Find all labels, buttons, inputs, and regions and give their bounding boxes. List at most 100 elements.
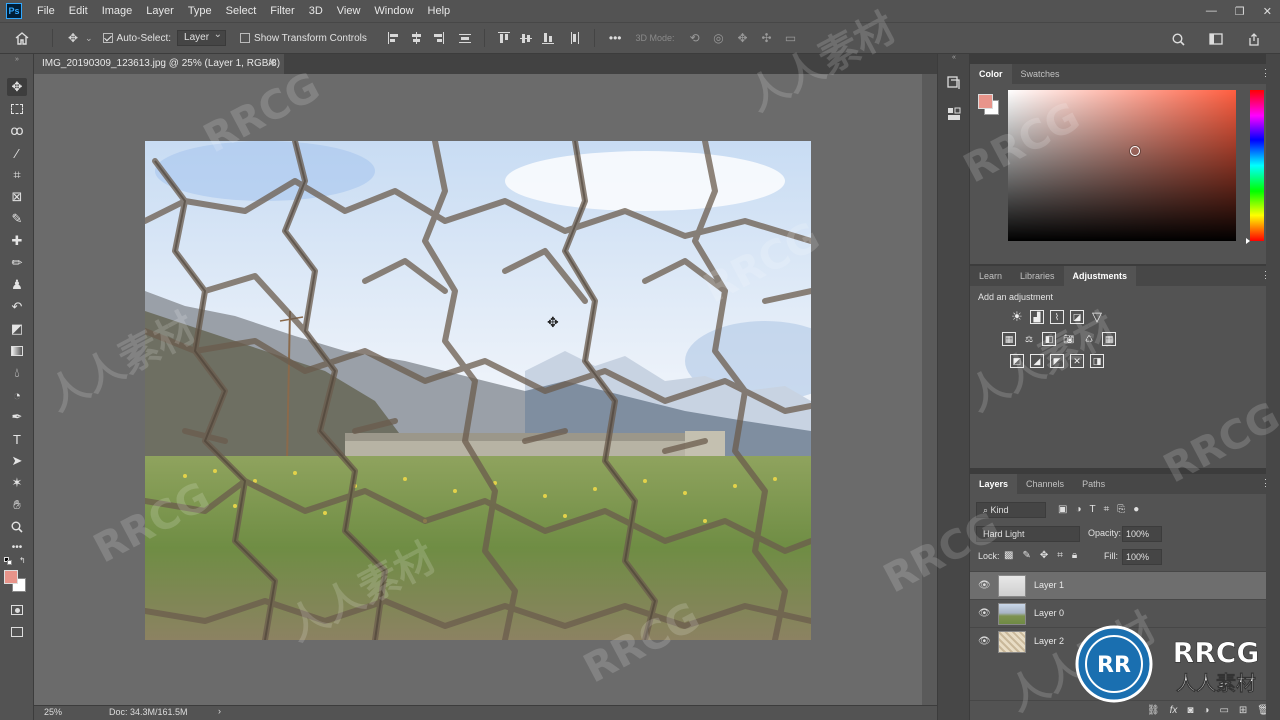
color-lookup-icon[interactable]: ▦	[1102, 332, 1116, 346]
filter-adjustment-icon[interactable]: ◑	[1075, 504, 1081, 515]
menu-select[interactable]: Select	[219, 0, 264, 22]
blend-mode-dropdown[interactable]: Hard Light	[976, 526, 1080, 542]
marquee-tool-icon[interactable]	[7, 100, 27, 118]
default-colors-icon[interactable]	[4, 557, 12, 565]
hue-slider[interactable]	[1250, 90, 1264, 241]
tab-adjustments[interactable]: Adjustments	[1063, 266, 1137, 286]
properties-panel-icon[interactable]	[946, 106, 962, 122]
filter-shape-icon[interactable]: ⌗	[1104, 504, 1110, 515]
lasso-tool-icon[interactable]: ꝏ	[7, 122, 27, 140]
pen-tool-icon[interactable]: ✒	[7, 408, 27, 426]
menu-edit[interactable]: Edit	[62, 0, 95, 22]
posterize-icon[interactable]: ◢	[1030, 354, 1044, 368]
align-top-icon[interactable]	[497, 32, 510, 44]
shape-tool-icon[interactable]: ✶	[7, 474, 27, 492]
panels-scrollbar[interactable]	[1266, 54, 1280, 720]
layer-name[interactable]: Layer 0	[1034, 608, 1064, 618]
gradient-tool-icon[interactable]	[7, 342, 27, 360]
layer-name[interactable]: Layer 2	[1034, 636, 1064, 646]
swap-colors-icon[interactable]: ↰	[19, 556, 26, 565]
blur-tool-icon[interactable]: 💧︎	[7, 364, 27, 382]
screen-mode-icon[interactable]	[7, 623, 27, 641]
filter-pixel-icon[interactable]: ▣	[1058, 504, 1067, 515]
filter-smart-object-icon[interactable]: ⎘	[1117, 504, 1125, 515]
healing-brush-tool-icon[interactable]: ✚	[7, 232, 27, 250]
clone-stamp-tool-icon[interactable]: ♟	[7, 276, 27, 294]
hue-slider-handle[interactable]	[1246, 238, 1250, 244]
visibility-eye-icon[interactable]: 👁︎	[978, 580, 991, 592]
eyedropper-tool-icon[interactable]: ✎	[7, 210, 27, 228]
menu-type[interactable]: Type	[181, 0, 219, 22]
3d-camera-icon[interactable]: ▭	[783, 30, 799, 46]
tab-layers[interactable]: Layers	[970, 474, 1018, 494]
channel-mixer-icon[interactable]: ♺	[1082, 332, 1096, 346]
document-tab[interactable]: IMG_20190309_123613.jpg @ 25% (Layer 1, …	[34, 54, 284, 89]
foreground-color-chip[interactable]	[978, 94, 993, 109]
filter-toggle-icon[interactable]: ●	[1133, 504, 1139, 515]
tab-learn[interactable]: Learn	[970, 266, 1011, 286]
menu-image[interactable]: Image	[95, 0, 140, 22]
opacity-input[interactable]: 100%	[1122, 526, 1162, 542]
status-menu-icon[interactable]: ›	[218, 706, 221, 716]
filter-type-icon[interactable]: T	[1090, 504, 1096, 515]
type-tool-icon[interactable]: T	[7, 430, 27, 448]
menu-3d[interactable]: 3D	[302, 0, 330, 22]
chevron-down-icon[interactable]: ⌄	[85, 33, 93, 44]
threshold-icon[interactable]: ◤	[1050, 354, 1064, 368]
auto-select-checkbox[interactable]	[102, 33, 113, 43]
align-right-icon[interactable]	[432, 32, 444, 44]
menu-layer[interactable]: Layer	[139, 0, 181, 22]
history-brush-tool-icon[interactable]: ↶	[7, 298, 27, 316]
canvas-area[interactable]: ✥	[34, 74, 937, 705]
align-center-icon[interactable]	[410, 32, 422, 44]
align-bottom-icon[interactable]	[541, 32, 554, 44]
lock-all-icon[interactable]: 🔒︎	[1072, 550, 1077, 561]
color-balance-icon[interactable]: ⚖	[1022, 332, 1036, 346]
zoom-level[interactable]: 25%	[44, 707, 62, 717]
lock-image-icon[interactable]: ✎	[1022, 550, 1030, 561]
tab-libraries[interactable]: Libraries	[1011, 266, 1064, 286]
vibrance-icon[interactable]: ▽	[1090, 309, 1104, 324]
auto-select-dropdown[interactable]: Layer	[177, 28, 227, 46]
layer-row[interactable]: 👁︎ Layer 2	[970, 627, 1266, 655]
lock-position-icon[interactable]: ✥	[1040, 550, 1048, 561]
lock-artboard-icon[interactable]: ⌗	[1057, 550, 1063, 561]
foreground-color-swatch[interactable]	[4, 570, 18, 584]
3d-slide-icon[interactable]: ✣	[759, 30, 775, 46]
black-white-icon[interactable]: ◧	[1042, 332, 1056, 346]
close-window-button[interactable]: ✕	[1263, 5, 1272, 18]
layer-name[interactable]: Layer 1	[1034, 580, 1064, 590]
brightness-contrast-icon[interactable]: ☀	[1010, 309, 1024, 324]
tab-color[interactable]: Color	[970, 64, 1012, 84]
color-field[interactable]	[1008, 90, 1236, 241]
more-options-icon[interactable]: •••	[609, 31, 622, 45]
vertical-scrollbar[interactable]	[922, 74, 937, 705]
hand-tool-icon[interactable]: ✋︎	[7, 496, 27, 514]
path-selection-tool-icon[interactable]: ➤	[7, 452, 27, 470]
fill-input[interactable]: 100%	[1122, 549, 1162, 565]
link-icon[interactable]: ⛓	[1147, 705, 1160, 716]
share-icon[interactable]	[1246, 31, 1262, 47]
workspace-icon[interactable]	[1208, 31, 1224, 47]
brush-tool-icon[interactable]: ✏	[7, 254, 27, 272]
group-icon[interactable]: ▭	[1219, 705, 1228, 716]
zoom-tool-icon[interactable]	[7, 518, 27, 536]
3d-orbit-icon[interactable]: ⟲	[687, 30, 703, 46]
eraser-tool-icon[interactable]: ◩	[7, 320, 27, 338]
distribute-icon[interactable]	[458, 32, 471, 44]
search-icon[interactable]	[1170, 31, 1186, 47]
collapse-icon[interactable]: »	[4, 56, 30, 64]
new-layer-icon[interactable]: ⊞	[1239, 705, 1247, 716]
distribute-vertical-icon[interactable]	[569, 32, 581, 44]
exposure-icon[interactable]: ◪	[1070, 310, 1084, 324]
layer-row[interactable]: 👁︎ Layer 0	[970, 599, 1266, 627]
quick-mask-icon[interactable]	[7, 601, 27, 619]
tab-paths[interactable]: Paths	[1073, 474, 1114, 494]
selective-color-icon[interactable]: ✕	[1070, 354, 1084, 368]
adjustment-layer-icon[interactable]: ◑	[1203, 705, 1209, 716]
menu-filter[interactable]: Filter	[263, 0, 301, 22]
mask-icon[interactable]: ◙	[1187, 705, 1193, 716]
dodge-tool-icon[interactable]: ◔	[7, 386, 27, 404]
edit-toolbar-icon[interactable]: •••	[7, 538, 27, 556]
menu-window[interactable]: Window	[367, 0, 420, 22]
